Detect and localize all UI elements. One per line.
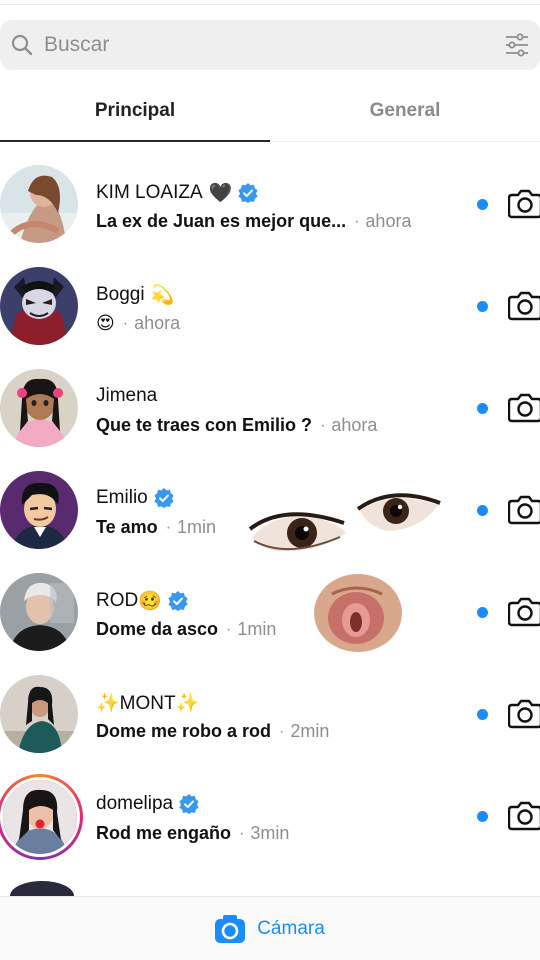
avatar[interactable] xyxy=(0,267,78,345)
conversation-row[interactable]: Jimena Que te traes con Emilio ? · ahora xyxy=(0,357,540,459)
message-preview: La ex de Juan es mejor que... · ahora xyxy=(96,211,411,232)
tab-general[interactable]: General xyxy=(270,80,540,142)
separator-dot: · xyxy=(226,620,232,638)
tab-principal[interactable]: Principal xyxy=(0,80,270,142)
avatar[interactable] xyxy=(0,471,78,549)
conversation-row[interactable]: domelipa Rod me engaño · 3min xyxy=(0,765,540,867)
contact-name: ROD 🥴 xyxy=(96,589,188,613)
contact-name: ✨MONT✨ xyxy=(96,691,199,715)
camera-icon xyxy=(215,914,246,943)
name-text: ✨MONT✨ xyxy=(96,693,200,714)
name-text: KIM LOAIZA xyxy=(96,182,203,203)
verified-badge-icon xyxy=(154,488,174,508)
unread-dot xyxy=(477,403,488,414)
camera-label: Cámara xyxy=(257,917,325,939)
verified-badge-icon xyxy=(168,591,188,611)
unread-dot xyxy=(477,607,488,618)
camera-icon[interactable] xyxy=(508,289,540,321)
search-input[interactable] xyxy=(44,20,464,70)
message-time: 2min xyxy=(290,721,330,741)
message-text: La ex de Juan es mejor que... xyxy=(96,211,347,231)
message-text: Dome me robo a rod xyxy=(96,721,272,741)
separator-dot: · xyxy=(122,314,129,332)
name-text: domelipa xyxy=(96,793,174,814)
name-text: ROD xyxy=(96,590,139,611)
camera-icon[interactable] xyxy=(508,187,540,219)
message-text: Dome da asco xyxy=(96,619,219,639)
camera-icon[interactable] xyxy=(508,493,540,525)
top-divider xyxy=(0,4,540,5)
name-emoji: 🖤 xyxy=(208,183,233,204)
lips-sticker xyxy=(314,574,402,652)
search-icon xyxy=(11,34,33,56)
message-time: 1min xyxy=(237,619,277,639)
verified-badge-icon xyxy=(179,794,199,814)
message-time: ahora xyxy=(134,313,181,333)
avatar[interactable] xyxy=(0,573,78,651)
name-text: Emilio xyxy=(96,487,148,508)
unread-dot xyxy=(477,505,488,516)
name-text: Jimena xyxy=(96,385,158,406)
message-time: 3min xyxy=(250,823,290,843)
eye-sticker-right xyxy=(356,493,441,531)
message-text: Te amo xyxy=(96,517,158,537)
contact-name: domelipa xyxy=(96,793,199,815)
contact-name: Boggi 💫 xyxy=(96,283,174,307)
verified-badge-icon xyxy=(238,183,258,203)
active-tab-indicator xyxy=(0,140,270,142)
message-preview: Que te traes con Emilio ? · ahora xyxy=(96,415,377,436)
contact-name: KIM LOAIZA 🖤 xyxy=(96,181,258,205)
contact-name: Jimena xyxy=(96,385,157,407)
camera-icon[interactable] xyxy=(508,391,540,423)
avatar[interactable] xyxy=(0,369,78,447)
message-preview: Te amo · 1min xyxy=(96,517,216,538)
separator-dot: · xyxy=(354,212,360,230)
avatar[interactable] xyxy=(0,165,78,243)
conversation-row[interactable]: KIM LOAIZA 🖤 La ex de Juan es mejor que.… xyxy=(0,153,540,255)
separator-dot: · xyxy=(320,416,326,434)
contact-name: Emilio xyxy=(96,487,174,509)
unread-dot xyxy=(477,301,488,312)
message-time: ahora xyxy=(331,415,378,435)
unread-dot xyxy=(477,199,488,210)
message-text: 😍 xyxy=(96,313,115,333)
camera-icon[interactable] xyxy=(508,595,540,627)
message-text: Rod me engaño xyxy=(96,823,232,843)
message-preview: Dome me robo a rod · 2min xyxy=(96,721,329,742)
separator-dot: · xyxy=(279,722,285,740)
message-preview: Dome da asco · 1min xyxy=(96,619,276,640)
message-preview: 😍 · ahora xyxy=(96,313,180,334)
conversation-row[interactable]: Boggi 💫 😍 · ahora xyxy=(0,255,540,357)
unread-dot xyxy=(477,709,488,720)
inbox-tabs: Principal General xyxy=(0,80,540,142)
name-text: Boggi xyxy=(96,284,145,305)
unread-dot xyxy=(477,811,488,822)
message-preview: Rod me engaño · 3min xyxy=(96,823,289,844)
filter-icon[interactable] xyxy=(504,32,530,58)
eye-sticker-left xyxy=(248,512,346,552)
camera-icon[interactable] xyxy=(508,799,540,831)
conversation-row[interactable]: ✨MONT✨ Dome me robo a rod · 2min xyxy=(0,663,540,765)
name-emoji: 🥴 xyxy=(138,591,162,612)
message-text: Que te traes con Emilio ? xyxy=(96,415,313,435)
avatar[interactable] xyxy=(0,675,78,753)
camera-bar[interactable]: Cámara xyxy=(0,896,540,960)
conversation-row[interactable]: ROD 🥴 Dome da asco · 1min xyxy=(0,561,540,663)
message-time: 1min xyxy=(177,517,217,537)
search-bar[interactable] xyxy=(0,20,540,70)
separator-dot: · xyxy=(239,824,245,842)
message-time: ahora xyxy=(365,211,412,231)
separator-dot: · xyxy=(165,518,172,536)
name-emoji: 💫 xyxy=(150,285,175,306)
avatar-with-story-ring[interactable] xyxy=(0,774,83,860)
camera-icon[interactable] xyxy=(508,697,540,729)
